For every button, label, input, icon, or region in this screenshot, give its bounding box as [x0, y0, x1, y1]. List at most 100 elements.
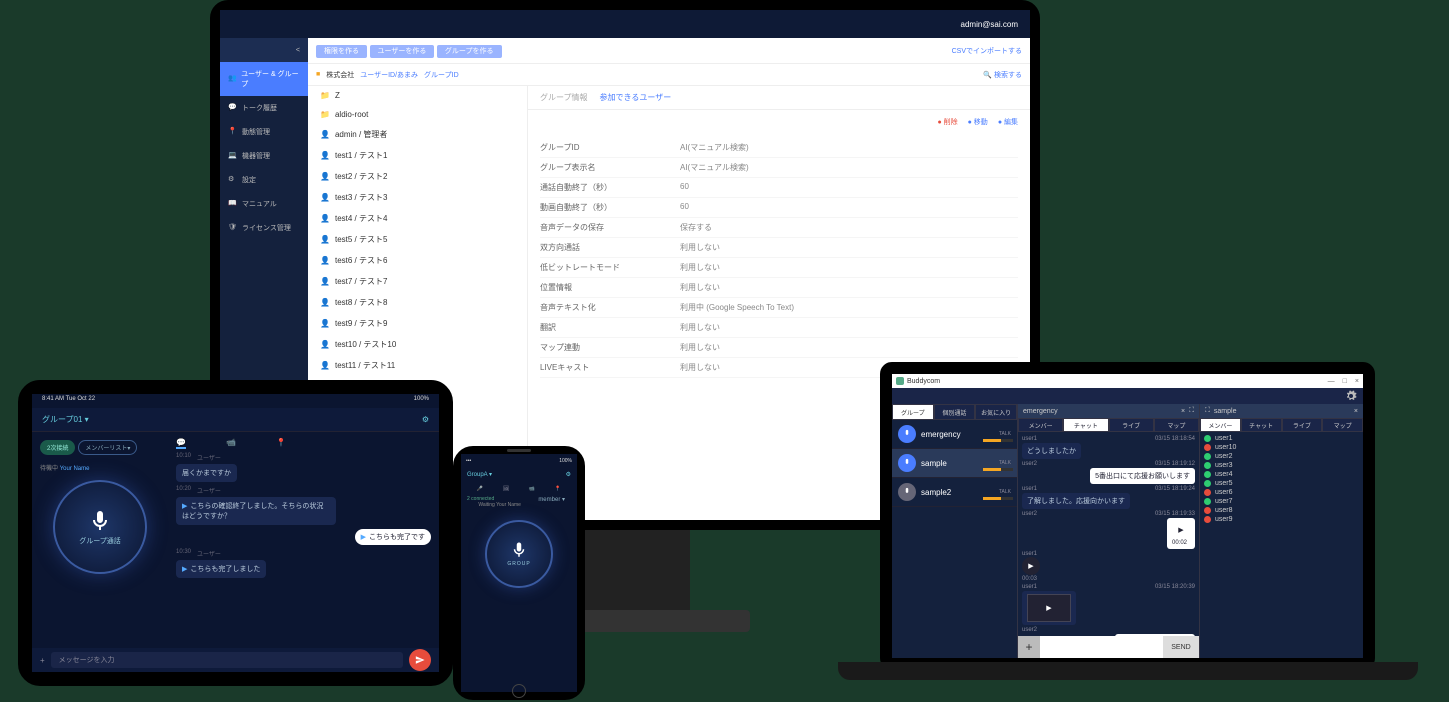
chat-panel: emergency × ⛶ メンバー チャット ライブ マップ user103/… — [1018, 404, 1200, 658]
sidebar-item[interactable]: 💻機器管理 — [220, 144, 308, 168]
user-row[interactable]: user10 — [1204, 443, 1359, 452]
group-item[interactable]: sample TALK — [892, 449, 1017, 478]
send-button[interactable] — [409, 649, 431, 671]
tab-video-icon[interactable]: 📹 — [226, 438, 236, 449]
video-tab[interactable]: 📹 — [529, 486, 535, 492]
maximize-icon[interactable]: ⛶ — [1189, 407, 1194, 415]
breadcrumb-item[interactable]: ユーザーID/あまみ — [360, 70, 418, 80]
tab-live[interactable]: ライブ — [1109, 418, 1154, 432]
phone-home-button[interactable] — [512, 684, 526, 698]
user-row[interactable]: user2 — [1204, 452, 1359, 461]
image-tab[interactable]: 🖼 — [503, 486, 509, 492]
chat-message: user103/15 18:18:54どうしましたか — [1022, 436, 1195, 459]
group-call-button[interactable]: グループ通話 — [53, 480, 147, 574]
tab-chat-icon[interactable]: 💬 — [176, 438, 186, 449]
sidebar-item[interactable]: ⚙設定 — [220, 168, 308, 192]
maximize-icon[interactable]: ⛶ — [1205, 407, 1210, 415]
list-row[interactable]: 👤test4 / テスト4 — [308, 208, 527, 229]
user-row[interactable]: user4 — [1204, 470, 1359, 479]
tab-members[interactable]: メンバー — [1018, 418, 1063, 432]
user-email[interactable]: admin@sai.com — [961, 20, 1018, 29]
group-item[interactable]: emergency TALK — [892, 420, 1017, 449]
list-row[interactable]: 👤test1 / テスト1 — [308, 145, 527, 166]
tab-map[interactable]: マップ — [1154, 418, 1199, 432]
tab-groups[interactable]: グループ — [892, 404, 934, 420]
list-row[interactable]: 👤test11 / テスト11 — [308, 355, 527, 376]
list-row[interactable]: 👤test3 / テスト3 — [308, 187, 527, 208]
send-button[interactable]: SEND — [1163, 636, 1199, 658]
group-call-button[interactable]: GROUP — [485, 520, 553, 588]
tablet-messages[interactable]: 10:10ユーザー届くかまですか10:20ユーザー▶こちらの確認終了しました。そ… — [176, 453, 431, 578]
sidebar-item[interactable]: 📖マニュアル — [220, 192, 308, 216]
tab-map[interactable]: マップ — [1322, 418, 1363, 432]
user-row[interactable]: user3 — [1204, 461, 1359, 470]
add-button[interactable]: + — [40, 656, 45, 665]
attach-button[interactable]: + — [1018, 636, 1040, 658]
tab-members[interactable]: 参加できるユーザー — [600, 92, 672, 103]
tab-favorites[interactable]: お気に入り — [975, 404, 1017, 420]
user-list[interactable]: user1user10user2user3user4user5user6user… — [1200, 432, 1363, 526]
list-row[interactable]: 👤test9 / テスト9 — [308, 313, 527, 334]
close-icon[interactable]: × — [1354, 408, 1358, 415]
settings-icon[interactable]: ⚙ — [566, 471, 571, 478]
search-link[interactable]: 🔍 検索する — [983, 70, 1022, 80]
user-row[interactable]: user5 — [1204, 479, 1359, 488]
group-selector[interactable]: GroupA ▾ — [467, 471, 492, 478]
sidebar-item[interactable]: 📍動態管理 — [220, 120, 308, 144]
member-dropdown[interactable]: member ▾ — [538, 496, 565, 503]
location-tab[interactable]: 📍 — [555, 486, 561, 492]
breadcrumb-folder[interactable]: 株式会社 — [326, 70, 354, 80]
tab-chat[interactable]: チャット — [1241, 418, 1282, 432]
user-row[interactable]: user6 — [1204, 488, 1359, 497]
list-row[interactable]: 👤test10 / テスト10 — [308, 334, 527, 355]
action-削除[interactable]: ● 削除 — [937, 117, 957, 127]
user-row[interactable]: user9 — [1204, 515, 1359, 524]
tab-chat[interactable]: チャット — [1063, 418, 1108, 432]
list-row[interactable]: 👤test6 / テスト6 — [308, 250, 527, 271]
gear-icon[interactable] — [1345, 390, 1357, 402]
list-row[interactable]: 👤test2 / テスト2 — [308, 166, 527, 187]
minimize-button[interactable]: — — [1328, 378, 1335, 385]
tab-direct[interactable]: 個別通話 — [934, 404, 976, 420]
list-row[interactable]: 👤test8 / テスト8 — [308, 292, 527, 313]
sidebar-item[interactable]: 🛡ライセンス管理 — [220, 216, 308, 240]
toolbar-button[interactable]: 権限を作る — [316, 45, 367, 58]
user-row[interactable]: user8 — [1204, 506, 1359, 515]
list-row[interactable]: 👤test7 / テスト7 — [308, 271, 527, 292]
list-row[interactable]: 👤test5 / テスト5 — [308, 229, 527, 250]
settings-icon[interactable]: ⚙ — [422, 415, 429, 424]
message-input[interactable]: メッセージを入力 — [51, 652, 403, 668]
sidebar-item[interactable]: 👥ユーザー & グループ — [220, 62, 308, 96]
group-selector[interactable]: グループ01 ▾ — [42, 414, 89, 425]
phone-device: ••• 100% GroupA ▾ ⚙ 🎤 🖼 📹 📍 2 connected … — [453, 446, 585, 700]
tab-members[interactable]: メンバー — [1200, 418, 1241, 432]
detail-row: マップ連動利用しない — [540, 338, 1018, 358]
mic-tab[interactable]: 🎤 — [477, 486, 483, 492]
tab-group-info[interactable]: グループ情報 — [540, 92, 588, 103]
pill-member-list[interactable]: メンバーリスト▾ — [78, 440, 137, 455]
user-row[interactable]: user7 — [1204, 497, 1359, 506]
close-icon[interactable]: × — [1181, 408, 1185, 415]
sidebar-collapse-button[interactable]: < — [220, 38, 308, 62]
action-編集[interactable]: ● 編集 — [998, 117, 1018, 127]
chat-messages[interactable]: user103/15 18:18:54どうしましたかuser203/15 18:… — [1018, 432, 1199, 636]
close-button[interactable]: × — [1355, 378, 1359, 385]
pill-connected[interactable]: 2次接続 — [40, 440, 75, 455]
tab-map-icon[interactable]: 📍 — [276, 438, 286, 449]
list-row[interactable]: 📁aldio-root — [308, 105, 527, 124]
maximize-button[interactable]: □ — [1343, 378, 1347, 385]
action-移動[interactable]: ● 移動 — [968, 117, 988, 127]
group-item[interactable]: sample2 TALK — [892, 478, 1017, 507]
list-row[interactable]: 👤admin / 管理者 — [308, 124, 527, 145]
app-icon — [896, 377, 904, 385]
csv-import-link[interactable]: CSVでインポートする — [952, 46, 1022, 56]
list-row[interactable]: 📁Z — [308, 86, 527, 105]
toolbar-button[interactable]: グループを作る — [437, 45, 502, 58]
phone-status-bar: ••• 100% — [461, 458, 577, 466]
chat-input[interactable] — [1040, 636, 1163, 658]
sidebar-item[interactable]: 💬トーク履歴 — [220, 96, 308, 120]
tab-live[interactable]: ライブ — [1282, 418, 1323, 432]
breadcrumb-item[interactable]: グループID — [424, 70, 459, 80]
user-row[interactable]: user1 — [1204, 434, 1359, 443]
toolbar-button[interactable]: ユーザーを作る — [370, 45, 435, 58]
